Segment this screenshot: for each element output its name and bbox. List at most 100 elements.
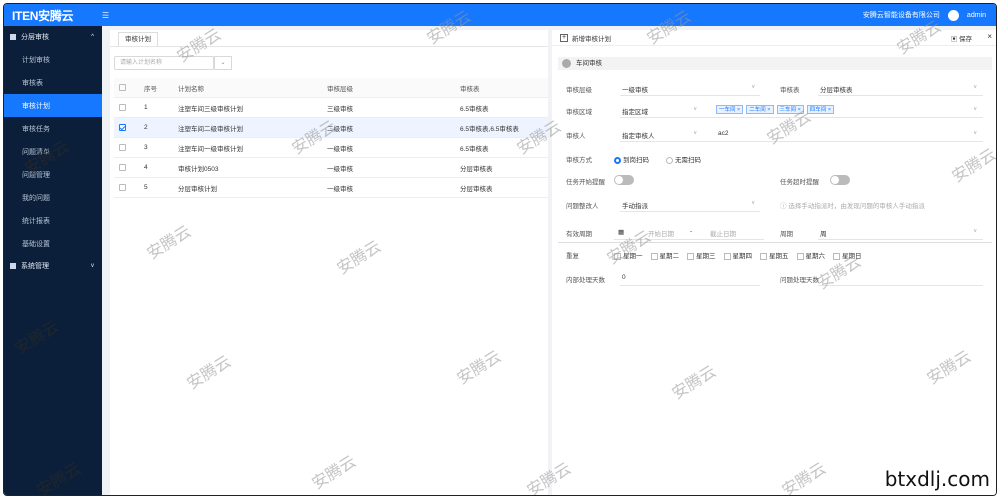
- save-label: 保存: [959, 36, 972, 43]
- auditor-name[interactable]: ac2: [718, 130, 728, 137]
- table-row[interactable]: 4 审核计划0503 一级审核 分层审核表: [114, 158, 548, 178]
- table-row[interactable]: 2 注塑车间二级审核计划 二级审核 6.5审核表,6.5审核表: [114, 118, 548, 138]
- table-select[interactable]: 分层审核表: [820, 84, 853, 94]
- checkbox-icon: [796, 252, 804, 260]
- row-assign: 问题整改人 手动指派 v ⓘ 选择手动指派时，由发现问题的审核人手动指派: [552, 194, 996, 214]
- weekday-sat[interactable]: 星期六: [796, 250, 825, 260]
- row-checkbox[interactable]: [119, 123, 126, 131]
- weekday-label: 星期一: [623, 253, 643, 260]
- timeout-remind-toggle[interactable]: [830, 175, 850, 185]
- select-all-checkbox[interactable]: [119, 83, 126, 91]
- area-select[interactable]: 指定区域: [622, 106, 648, 116]
- plan-list-panel: 审核计划 请输入计划名称 ⌄ 序号 计划名称 审核层级 审核表 1 注塑车间三级…: [110, 30, 548, 495]
- table-label: 审核表: [780, 87, 800, 94]
- sidebar-group-system[interactable]: 系统管理 v: [4, 255, 102, 277]
- sidebar-item-audit-plan[interactable]: 审核计划: [4, 94, 102, 117]
- chevron-down-icon: v: [694, 130, 697, 136]
- sidebar-item-issue-manage[interactable]: 问题管理: [4, 163, 102, 186]
- row-table: 分层审核表: [460, 185, 493, 193]
- chevron-down-icon: v: [752, 200, 755, 206]
- level-select[interactable]: 一级审核: [622, 84, 648, 94]
- row-name: 注塑车间一级审核计划: [178, 145, 243, 153]
- row-reminders: 任务开始提醒 任务超时提醒: [552, 170, 996, 190]
- system-icon: [10, 263, 16, 269]
- tab-audit-plan[interactable]: 审核计划: [118, 32, 158, 46]
- sidebar-item-audit-task[interactable]: 审核任务: [4, 117, 102, 140]
- start-remind-toggle[interactable]: [614, 175, 634, 185]
- row-checkbox[interactable]: [119, 163, 126, 171]
- row-method: 审核方式 到岗扫码 无需扫码: [552, 148, 996, 168]
- chip-workshop-2[interactable]: 二车间 ×: [746, 105, 774, 114]
- assign-label: 问题整改人: [566, 203, 599, 210]
- weekday-tue[interactable]: 星期二: [650, 250, 679, 260]
- assign-select[interactable]: 手动指派: [622, 200, 648, 210]
- sidebar-item-audit-table[interactable]: 审核表: [4, 71, 102, 94]
- panel-title: 新增审核计划: [572, 35, 611, 43]
- row-repeat: 重复 星期一 星期二 星期三 星期四 星期五 星期六 星期日: [552, 244, 996, 264]
- chevron-up-icon: ^: [91, 34, 94, 40]
- app-logo: ITEN安腾云: [12, 8, 74, 23]
- weekday-mon[interactable]: 星期一: [614, 250, 643, 260]
- row-name: 注塑车间二级审核计划: [178, 125, 243, 133]
- underline: [620, 141, 983, 142]
- sidebar-item-reports[interactable]: 统计报表: [4, 209, 102, 232]
- chip-workshop-1[interactable]: 一车间 ×: [716, 105, 744, 114]
- sidebar-item-settings[interactable]: 基础设置: [4, 232, 102, 255]
- row-checkbox[interactable]: [119, 103, 126, 111]
- row-checkbox[interactable]: [119, 143, 126, 151]
- search-dropdown-icon[interactable]: ⌄: [214, 56, 232, 70]
- user-name[interactable]: admin: [967, 12, 986, 19]
- row-no: 5: [144, 184, 148, 191]
- org-name: 安腾云智能设备有限公司: [862, 12, 940, 19]
- cycle-select[interactable]: 周: [820, 228, 827, 238]
- section-icon: [562, 59, 571, 68]
- chip-workshop-3[interactable]: 三车间 ×: [776, 105, 804, 114]
- row-no: 3: [144, 144, 148, 151]
- row-period: 有效周期 ▦ 开始日期 - 截止日期 周期 周 v: [552, 222, 996, 242]
- table-row[interactable]: 1 注塑车间三级审核计划 三级审核 6.5审核表: [114, 98, 548, 118]
- row-checkbox[interactable]: [119, 183, 126, 191]
- table-row[interactable]: 3 注塑车间一级审核计划 一级审核 6.5审核表: [114, 138, 548, 158]
- method-label: 审核方式: [566, 157, 592, 164]
- weekday-label: 星期四: [732, 253, 753, 260]
- radio-label: 无需扫码: [675, 157, 701, 164]
- radio-no-scan[interactable]: 无需扫码: [666, 154, 701, 164]
- row-level: 一级审核: [327, 185, 353, 193]
- sidebar-item-my-issues[interactable]: 我的问题: [4, 186, 102, 209]
- app-window: ITEN安腾云 ☰ 安腾云智能设备有限公司 admin 分层审核 ^ 计划审核 审…: [3, 3, 997, 496]
- days-label: 问题处理天数: [780, 277, 819, 284]
- row-name: 注塑车间三级审核计划: [178, 105, 243, 113]
- menu-fold-icon[interactable]: ☰: [102, 11, 109, 20]
- save-button[interactable]: ▣ 保存: [951, 33, 972, 43]
- rule-input[interactable]: 0: [622, 274, 626, 281]
- row-no: 4: [144, 164, 148, 171]
- weekday-fri[interactable]: 星期五: [760, 250, 789, 260]
- chip-workshop-4[interactable]: 四车间 ×: [806, 105, 835, 114]
- sidebar-item-plan-review[interactable]: 计划审核: [4, 48, 102, 71]
- checkbox-icon: [650, 252, 658, 260]
- area-chips: 一车间 × 二车间 × 三车间 × 四车间 ×: [716, 105, 837, 114]
- user-avatar-icon[interactable]: [947, 9, 959, 21]
- weekday-wed[interactable]: 星期三: [687, 250, 716, 260]
- sidebar-group-audit[interactable]: 分层审核 ^: [4, 26, 102, 48]
- weekday-sun[interactable]: 星期日: [833, 250, 862, 260]
- col-level: 审核层级: [327, 85, 353, 93]
- radio-scan[interactable]: 到岗扫码: [614, 154, 649, 164]
- sidebar-item-issue-list[interactable]: 问题清单: [4, 140, 102, 163]
- search-input[interactable]: 请输入计划名称: [114, 56, 214, 70]
- end-date-input[interactable]: 截止日期: [710, 228, 736, 238]
- underline: [818, 239, 983, 240]
- table-row[interactable]: 5 分层审核计划 一级审核 分层审核表: [114, 178, 548, 198]
- start-date-input[interactable]: 开始日期: [648, 228, 674, 238]
- row-no: 1: [144, 104, 148, 111]
- rule-label: 内部处理天数: [566, 277, 605, 284]
- calendar-icon[interactable]: ▦: [618, 228, 624, 236]
- auditor-select[interactable]: 指定审核人: [622, 130, 655, 140]
- chevron-down-icon: v: [974, 130, 977, 136]
- close-icon[interactable]: ×: [987, 32, 992, 41]
- chevron-down-icon: v: [91, 263, 94, 269]
- main-area: 审核计划 请输入计划名称 ⌄ 序号 计划名称 审核层级 审核表 1 注塑车间三级…: [102, 26, 996, 495]
- weekday-label: 星期日: [842, 253, 862, 260]
- weekday-thu[interactable]: 星期四: [723, 250, 753, 260]
- row-level-table: 审核层级 一级审核 v 审核表 分层审核表 v: [552, 78, 996, 98]
